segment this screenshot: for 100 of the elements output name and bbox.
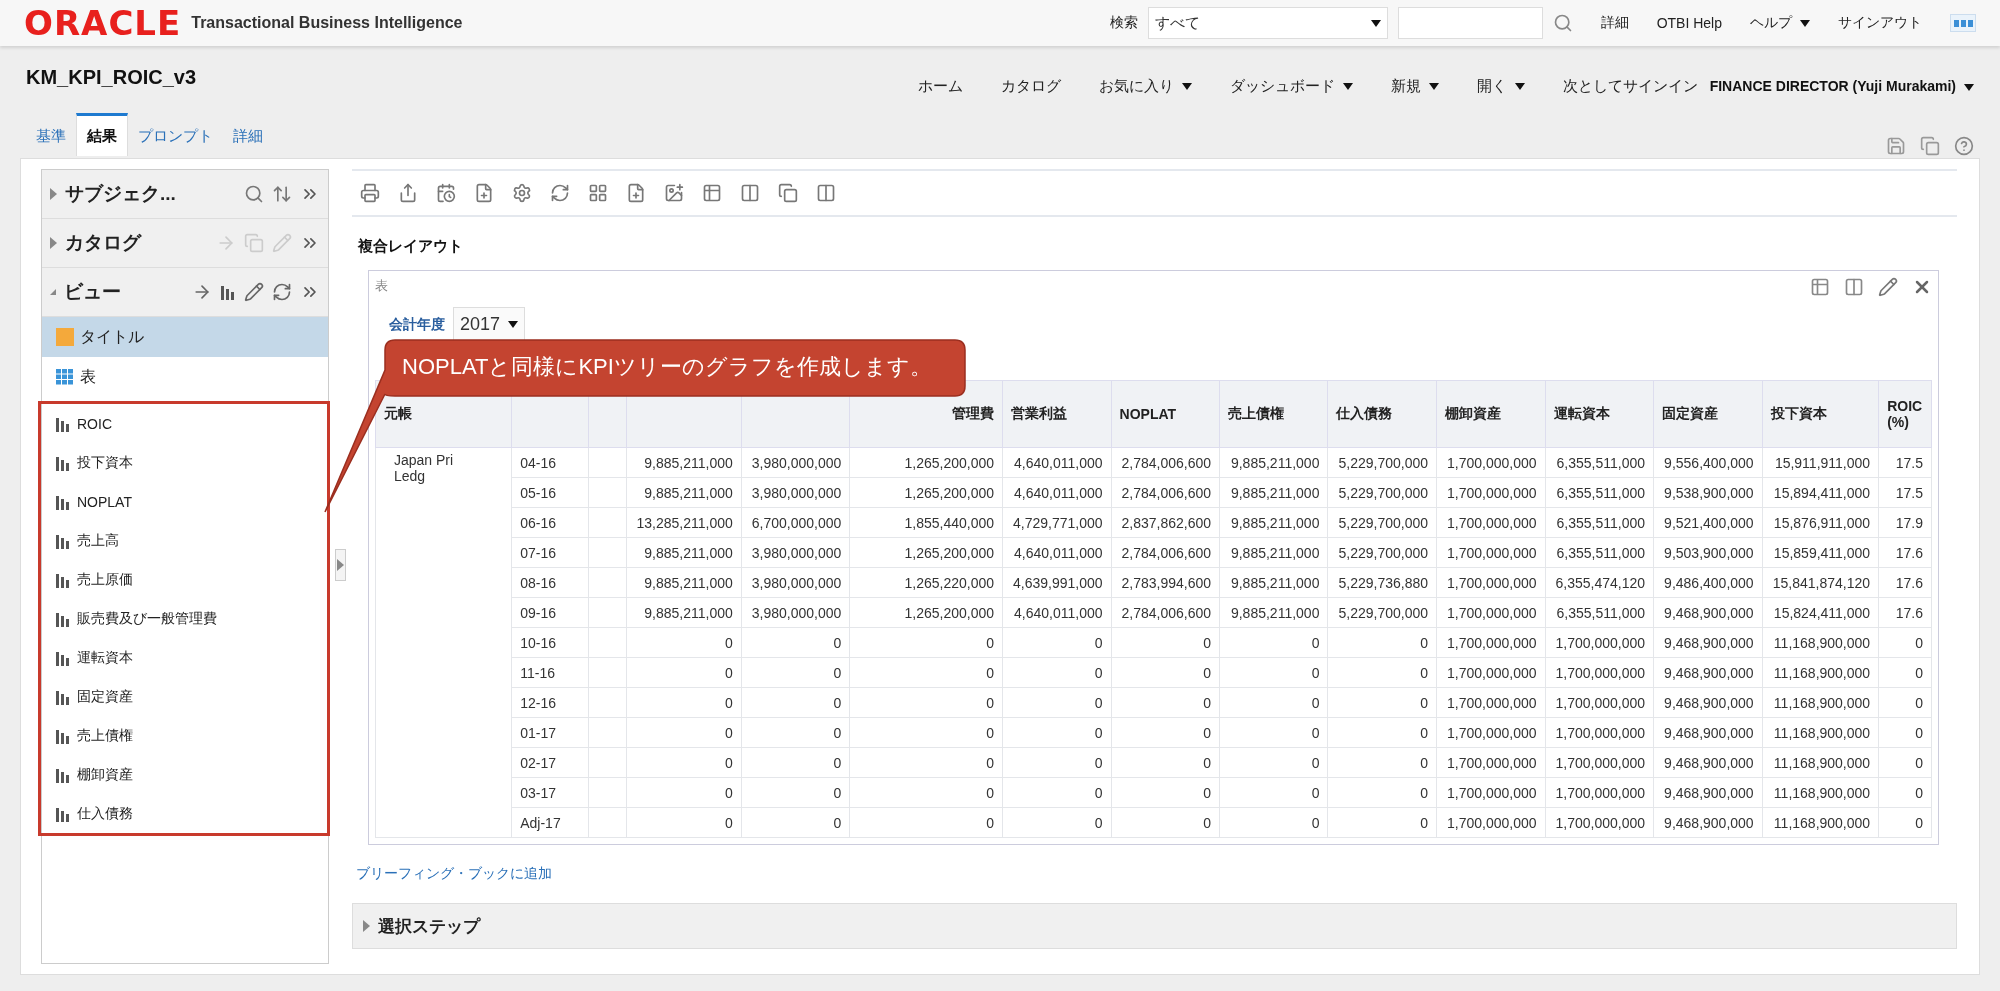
nav-link[interactable]: カタログ: [1000, 76, 1061, 96]
table-cell: 1,700,000,000: [1436, 477, 1546, 508]
expand-toggle-icon[interactable]: [50, 188, 57, 200]
table-cell: 0: [1878, 747, 1932, 778]
table-cell: 0: [849, 687, 1003, 718]
pencil-icon[interactable]: [244, 282, 264, 302]
search-scope-select[interactable]: すべて: [1147, 7, 1388, 39]
toolbar-icon[interactable]: [664, 183, 684, 203]
table-cell: 0: [741, 807, 850, 838]
page-title: KM_KPI_ROIC_v3: [26, 65, 197, 89]
view-item[interactable]: 投下資本: [41, 443, 327, 482]
table-cell: 11,168,900,000: [1762, 747, 1879, 778]
tab[interactable]: プロンプト: [128, 113, 223, 156]
view-item[interactable]: 棚卸資産: [41, 755, 327, 794]
table-cell: 1,700,000,000: [1545, 627, 1654, 658]
table-cell: 11,168,900,000: [1762, 627, 1879, 658]
search-icon[interactable]: [1552, 13, 1573, 33]
table-cell: 9,468,900,000: [1653, 717, 1763, 748]
briefing-book-link[interactable]: ブリーフィング・ブックに追加: [356, 865, 552, 883]
toolbar-icon[interactable]: [588, 183, 608, 203]
toolbar-icon[interactable]: [512, 183, 532, 203]
nav-link[interactable]: 開く: [1476, 76, 1525, 96]
tab[interactable]: 結果: [76, 113, 128, 156]
column-header: 運転資本: [1545, 380, 1654, 448]
header-link[interactable]: サインアウト: [1838, 14, 1922, 32]
toolbar-icon[interactable]: [398, 183, 418, 203]
nav-link[interactable]: お気に入り: [1098, 76, 1192, 96]
table-cell: 0: [1219, 807, 1328, 838]
toolbar-icon[interactable]: [360, 183, 380, 203]
table-cell: 1,700,000,000: [1436, 627, 1546, 658]
table-cell: 02-17: [511, 747, 589, 778]
table-cell: 11,168,900,000: [1762, 807, 1879, 838]
expand-toggle-icon[interactable]: [50, 289, 56, 295]
bar-chart-icon: [55, 610, 71, 627]
collapse-handle[interactable]: [335, 549, 346, 581]
edit-icon[interactable]: [1878, 277, 1898, 297]
user-menu[interactable]: FINANCE DIRECTOR (Yuji Murakami): [1709, 78, 1974, 94]
header-link[interactable]: ヘルプ: [1750, 14, 1810, 32]
toolbar-icon[interactable]: [436, 183, 456, 203]
table-cell: 1,700,000,000: [1545, 747, 1654, 778]
selection-steps-bar[interactable]: 選択ステップ: [352, 903, 1957, 949]
toolbar-icon[interactable]: [702, 183, 722, 203]
column-header: ROIC (%): [1878, 380, 1932, 448]
view-item[interactable]: タイトル: [42, 317, 328, 357]
table-cell: 0: [1878, 717, 1932, 748]
table-cell: 0: [1219, 657, 1328, 688]
table-cell: 0: [741, 777, 850, 808]
table-cell: 17.6: [1878, 567, 1932, 598]
table-cell: 1,700,000,000: [1436, 507, 1546, 538]
table-cell: 9,885,211,000: [626, 597, 742, 628]
nav-link[interactable]: ダッシュボード: [1229, 76, 1353, 96]
table-cell: 6,355,511,000: [1545, 507, 1654, 538]
toolbar-icon[interactable]: [778, 183, 798, 203]
header-link[interactable]: OTBI Help: [1656, 15, 1722, 31]
toolbar-icon[interactable]: [550, 183, 570, 203]
table-cell: 0: [741, 747, 850, 778]
table-cell: 0: [626, 627, 742, 658]
view-item[interactable]: 仕入債務: [41, 794, 327, 833]
tab[interactable]: 基準: [26, 113, 76, 156]
header-link[interactable]: 詳細: [1600, 14, 1629, 32]
table-cell: 0: [626, 687, 742, 718]
table-cell: 9,885,211,000: [1219, 567, 1328, 598]
view-item[interactable]: ROIC: [41, 404, 327, 443]
title-view-icon: [56, 328, 74, 346]
table-cell: 4,640,011,000: [1002, 597, 1112, 628]
help-icon[interactable]: [1954, 136, 1974, 156]
table-cell: 9,885,211,000: [1219, 597, 1328, 628]
table-cell: 0: [1327, 687, 1437, 718]
tab[interactable]: 詳細: [223, 113, 273, 156]
view-item[interactable]: 販売費及び一般管理費: [41, 599, 327, 638]
table-cell: 4,640,011,000: [1002, 477, 1112, 508]
view-item[interactable]: 売上高: [41, 521, 327, 560]
signed-in-label: 次としてサインイン: [1562, 76, 1698, 96]
refresh-icon[interactable]: [272, 282, 292, 302]
table-cell: 0: [741, 627, 850, 658]
toolbar-icon[interactable]: [740, 183, 760, 203]
view-item[interactable]: 売上原価: [41, 560, 327, 599]
table-cell: 2,783,994,600: [1111, 567, 1220, 598]
nav-link[interactable]: 新規: [1390, 76, 1439, 96]
table-cell: 0: [1002, 657, 1112, 688]
toolbar-icon[interactable]: [474, 183, 494, 203]
expand-toggle-icon[interactable]: [50, 237, 57, 249]
save-icon[interactable]: [1886, 136, 1906, 156]
view-item[interactable]: 固定資産: [41, 677, 327, 716]
table-cell: 9,468,900,000: [1653, 747, 1763, 778]
nav-link[interactable]: ホーム: [917, 76, 963, 96]
view-item[interactable]: 運転資本: [41, 638, 327, 677]
toolbar-icon[interactable]: [626, 183, 646, 203]
pane-title[interactable]: カタログ: [65, 230, 141, 256]
sort-icon[interactable]: [272, 184, 292, 204]
view-item[interactable]: 表: [42, 357, 328, 397]
table-cell: 9,885,211,000: [1219, 477, 1328, 508]
table-cell: 1,700,000,000: [1436, 687, 1546, 718]
search-field[interactable]: [1397, 7, 1543, 39]
apps-icon[interactable]: [1950, 14, 1976, 32]
view-item[interactable]: NOPLAT: [41, 482, 327, 521]
toolbar-icon[interactable]: [816, 183, 836, 203]
search-icon[interactable]: [244, 184, 264, 204]
view-item[interactable]: 売上債権: [41, 716, 327, 755]
pane-title[interactable]: ビュー: [64, 279, 121, 305]
